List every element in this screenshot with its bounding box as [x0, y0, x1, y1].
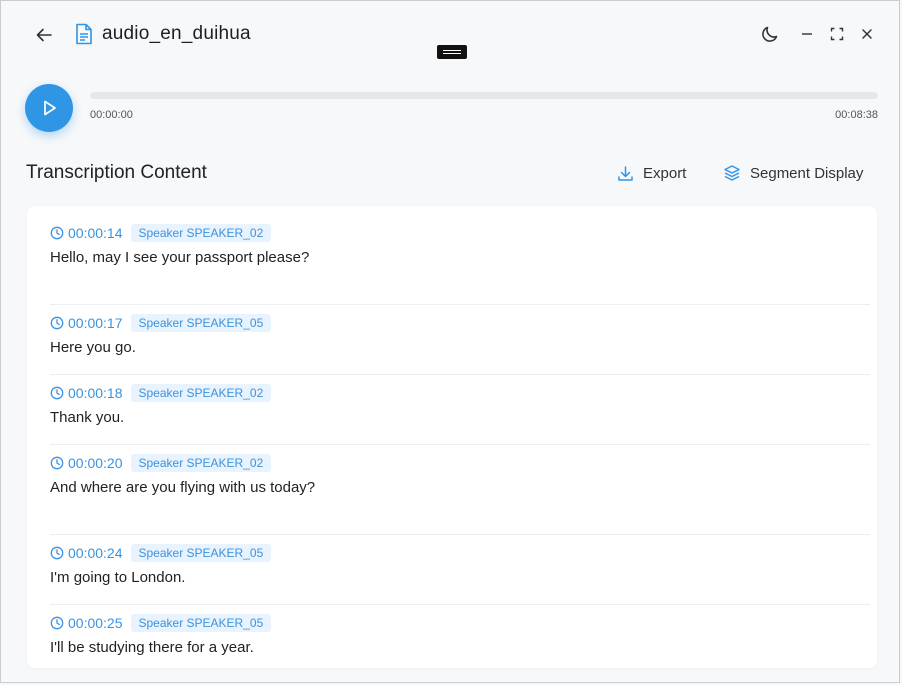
timestamp: 00:00:25	[68, 615, 123, 631]
minimize-button[interactable]	[796, 23, 818, 45]
segment-text: Here you go.	[50, 339, 136, 356]
transcript-segment[interactable]: 00:00:24 Speaker SPEAKER_05 I'm going to…	[50, 542, 870, 605]
segment-text: Hello, may I see your passport please?	[50, 249, 310, 266]
theme-toggle-button[interactable]	[759, 23, 781, 45]
speaker-badge: Speaker SPEAKER_05	[130, 544, 272, 562]
timestamp-link[interactable]: 00:00:24	[50, 545, 123, 561]
segment-text: I'm going to London.	[50, 569, 186, 586]
timestamp: 00:00:20	[68, 455, 123, 471]
clock-icon	[50, 226, 64, 240]
transcript-segment[interactable]: 00:00:20 Speaker SPEAKER_02 And where ar…	[50, 452, 870, 535]
maximize-button[interactable]	[826, 23, 848, 45]
timestamp-link[interactable]: 00:00:17	[50, 315, 123, 331]
transcript-segment[interactable]: 00:00:18 Speaker SPEAKER_02 Thank you.	[50, 382, 870, 445]
speaker-badge: Speaker SPEAKER_05	[130, 614, 272, 632]
audio-player: 00:00:00 00:08:38	[25, 84, 881, 134]
clock-icon	[50, 456, 64, 470]
export-button[interactable]: Export	[617, 162, 686, 184]
play-button[interactable]	[25, 84, 73, 132]
play-icon	[44, 100, 56, 116]
back-arrow-icon	[36, 28, 52, 42]
timestamp-link[interactable]: 00:00:20	[50, 455, 123, 471]
window-title: audio_en_duihua	[102, 23, 251, 44]
timestamp-link[interactable]: 00:00:25	[50, 615, 123, 631]
clock-icon	[50, 316, 64, 330]
segment-text: Thank you.	[50, 409, 125, 426]
timestamp: 00:00:24	[68, 545, 123, 561]
speaker-badge: Speaker SPEAKER_02	[130, 454, 272, 472]
title-bar: audio_en_duihua	[1, 1, 899, 67]
minimize-icon	[802, 33, 812, 35]
timestamp-link[interactable]: 00:00:14	[50, 225, 123, 241]
timestamp: 00:00:17	[68, 315, 123, 331]
segment-display-button[interactable]: Segment Display	[723, 162, 863, 184]
document-icon	[76, 23, 92, 45]
transcript-segment[interactable]: 00:00:14 Speaker SPEAKER_02 Hello, may I…	[50, 222, 870, 305]
speaker-badge: Speaker SPEAKER_02	[130, 224, 272, 242]
transcript-segment[interactable]: 00:00:17 Speaker SPEAKER_05 Here you go.	[50, 312, 870, 375]
timestamp: 00:00:14	[68, 225, 123, 241]
layers-icon	[724, 165, 740, 181]
close-icon	[862, 29, 872, 39]
close-button[interactable]	[856, 23, 878, 45]
download-icon	[618, 165, 633, 181]
section-title: Transcription Content	[26, 162, 207, 183]
transcription-list: 00:00:14 Speaker SPEAKER_02 Hello, may I…	[27, 206, 877, 668]
timestamp: 00:00:18	[68, 385, 123, 401]
moon-icon	[762, 26, 778, 42]
export-label: Export	[643, 164, 687, 182]
maximize-icon	[830, 27, 844, 41]
app-window: audio_en_duihua 00:00:00 00:08:38 Transc…	[0, 0, 900, 683]
back-button[interactable]	[31, 22, 57, 48]
current-time: 00:00:00	[90, 109, 133, 121]
drag-handle[interactable]	[437, 45, 467, 59]
transcript-segment[interactable]: 00:00:25 Speaker SPEAKER_05 I'll be stud…	[50, 612, 870, 662]
clock-icon	[50, 546, 64, 560]
segment-display-label: Segment Display	[750, 164, 864, 182]
timestamp-link[interactable]: 00:00:18	[50, 385, 123, 401]
clock-icon	[50, 616, 64, 630]
segment-text: I'll be studying there for a year.	[50, 639, 254, 656]
progress-track[interactable]	[90, 92, 878, 99]
speaker-badge: Speaker SPEAKER_05	[130, 314, 272, 332]
speaker-badge: Speaker SPEAKER_02	[130, 384, 272, 402]
segment-text: And where are you flying with us today?	[50, 479, 316, 496]
clock-icon	[50, 386, 64, 400]
duration: 00:08:38	[835, 109, 878, 121]
